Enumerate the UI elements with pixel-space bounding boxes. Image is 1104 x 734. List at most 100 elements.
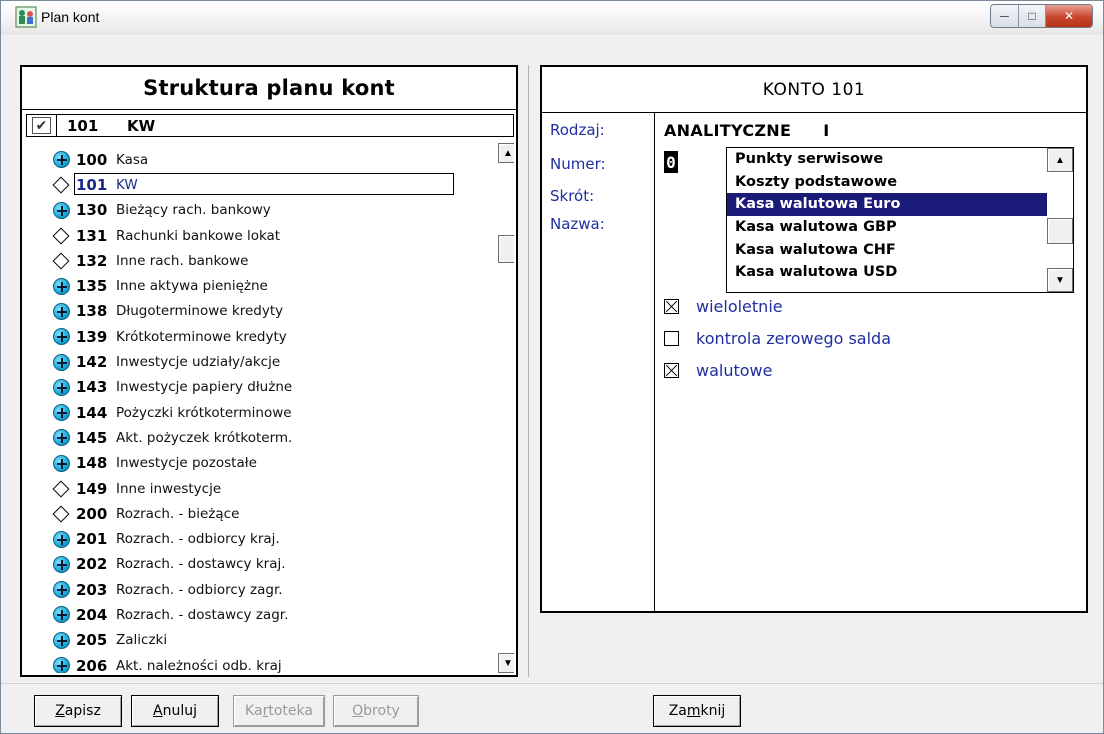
arrow-down-icon: ▼ bbox=[503, 657, 513, 669]
dropdown-option[interactable]: Kasa walutowa CHF bbox=[727, 238, 1047, 261]
account-name: Inwestycje udziały/akcje bbox=[116, 354, 281, 371]
diamond-shape bbox=[52, 252, 70, 270]
obroty-button[interactable]: Obroty bbox=[333, 695, 419, 727]
plus-expand-icon[interactable] bbox=[52, 201, 70, 219]
nazwa-label: Nazwa: bbox=[550, 215, 605, 233]
plus-shape bbox=[52, 151, 70, 169]
account-number: 205 bbox=[76, 631, 108, 650]
dropdown-option[interactable]: Punkty serwisowe bbox=[727, 148, 1047, 171]
dropdown-scrollbar[interactable]: ▲ ▼ bbox=[1047, 148, 1073, 292]
dropdown-option[interactable]: Kasa walutowa USD bbox=[727, 261, 1047, 284]
account-name-dropdown[interactable]: Punkty serwisowe Koszty podstawowe Kasa wa… bbox=[726, 147, 1074, 293]
plus-expand-icon[interactable] bbox=[52, 277, 70, 295]
plus-shape bbox=[52, 631, 70, 649]
maximize-button[interactable]: □ bbox=[1019, 5, 1046, 27]
plus-expand-icon[interactable] bbox=[52, 353, 70, 371]
account-name: Akt. należności odb. kraj bbox=[116, 657, 282, 673]
plus-expand-icon[interactable] bbox=[52, 454, 70, 472]
checkbox-label: wieloletnie bbox=[696, 297, 783, 316]
account-row[interactable]: 148 Inwestycje pozostałe bbox=[52, 451, 472, 476]
tree-header: Struktura planu kont bbox=[22, 67, 516, 110]
account-row[interactable]: 145 Akt. pożyczek krótkoterm. bbox=[52, 425, 472, 450]
plus-expand-icon[interactable] bbox=[52, 151, 70, 169]
account-row[interactable]: 142 Inwestycje udziały/akcje bbox=[52, 349, 472, 374]
dropdown-scroll-thumb[interactable] bbox=[1047, 218, 1073, 244]
close-icon: ✕ bbox=[1063, 9, 1075, 23]
confirm-cell[interactable]: ✔ bbox=[27, 115, 57, 136]
account-row[interactable]: 131 Rachunki bankowe lokat bbox=[52, 223, 472, 248]
account-row[interactable]: 201 Rozrach. - odbiorcy kraj. bbox=[52, 526, 472, 551]
account-row[interactable]: 130 Bieżący rach. bankowy bbox=[52, 198, 472, 223]
arrow-down-icon: ▼ bbox=[1055, 274, 1065, 286]
account-name: Inwestycje pozostałe bbox=[116, 455, 257, 472]
plus-expand-icon[interactable] bbox=[52, 581, 70, 599]
account-row[interactable]: 135 Inne aktywa pieniężne bbox=[52, 273, 472, 298]
account-row[interactable]: 204 Rozrach. - dostawcy zagr. bbox=[52, 602, 472, 627]
scroll-up-button[interactable]: ▲ bbox=[498, 143, 514, 163]
account-header: KONTO 101 bbox=[542, 67, 1086, 113]
account-name: Inwestycje papiery dłużne bbox=[116, 379, 293, 396]
account-number: 201 bbox=[76, 530, 108, 549]
plus-expand-icon[interactable] bbox=[52, 530, 70, 548]
account-row[interactable]: 101 KW bbox=[52, 172, 472, 197]
account-row[interactable]: 149 Inne inwestycje bbox=[52, 476, 472, 501]
numer-input[interactable]: 0 bbox=[664, 151, 678, 173]
plus-expand-icon[interactable] bbox=[52, 555, 70, 573]
window-title: Plan kont bbox=[41, 9, 100, 25]
plus-expand-icon[interactable] bbox=[52, 606, 70, 624]
account-row[interactable]: 203 Rozrach. - odbiorcy zagr. bbox=[52, 577, 472, 602]
close-button[interactable]: ✕ bbox=[1046, 5, 1092, 27]
maximize-icon: □ bbox=[1028, 9, 1036, 23]
plus-expand-icon[interactable] bbox=[52, 631, 70, 649]
account-row[interactable]: 202 Rozrach. - dostawcy kraj. bbox=[52, 552, 472, 577]
checkmark-icon[interactable]: ✔ bbox=[32, 117, 51, 134]
account-row[interactable]: 139 Krótkoterminowe kredyty bbox=[52, 324, 472, 349]
option-checkbox-row[interactable]: walutowe bbox=[664, 361, 772, 380]
option-checkbox-row[interactable]: kontrola zerowego salda bbox=[664, 329, 891, 348]
account-name: Kasa bbox=[116, 151, 149, 168]
zamknij-button[interactable]: Za m knij bbox=[653, 695, 741, 727]
checkbox[interactable] bbox=[664, 331, 679, 346]
anuluj-button[interactable]: Anuluj bbox=[131, 695, 219, 727]
account-items: 100 Kasa 101 KW 130 Bieżący rach. bankowy 131 R… bbox=[52, 147, 472, 673]
kartoteka-button[interactable]: Ka r toteka bbox=[233, 695, 325, 727]
plus-expand-icon[interactable] bbox=[52, 378, 70, 396]
dropdown-option[interactable]: Kasa walutowa GBP bbox=[727, 216, 1047, 239]
account-row[interactable]: 205 Zaliczki bbox=[52, 628, 472, 653]
account-row[interactable]: 200 Rozrach. - bieżące bbox=[52, 501, 472, 526]
plus-expand-icon[interactable] bbox=[52, 404, 70, 422]
plus-shape bbox=[52, 353, 70, 371]
account-list-scrollbar[interactable]: ▲ ▼ bbox=[498, 143, 514, 673]
account-name: Inne aktywa pieniężne bbox=[116, 278, 268, 295]
checkbox[interactable] bbox=[664, 363, 679, 378]
dropdown-option[interactable]: Kasa walutowa Euro bbox=[727, 193, 1047, 216]
plan-kont-window: Plan kont ─ □ ✕ Struktura planu kont ✔ 1… bbox=[0, 0, 1104, 734]
minimize-button[interactable]: ─ bbox=[991, 5, 1019, 27]
plus-expand-icon[interactable] bbox=[52, 328, 70, 346]
option-checkbox-row[interactable]: wieloletnie bbox=[664, 297, 783, 316]
plus-expand-icon[interactable] bbox=[52, 657, 70, 673]
dropdown-option[interactable]: Koszty podstawowe bbox=[727, 171, 1047, 194]
account-row[interactable]: 143 Inwestycje papiery dłużne bbox=[52, 375, 472, 400]
current-account-row[interactable]: ✔ 101 KW bbox=[26, 114, 514, 137]
plus-expand-icon[interactable] bbox=[52, 302, 70, 320]
account-number: 143 bbox=[76, 378, 108, 397]
minimize-icon: ─ bbox=[1000, 9, 1009, 23]
account-row[interactable]: 144 Pożyczki krótkoterminowe bbox=[52, 400, 472, 425]
account-row[interactable]: 206 Akt. należności odb. kraj bbox=[52, 653, 472, 673]
scroll-down-button[interactable]: ▼ bbox=[498, 653, 514, 673]
title-bar[interactable]: Plan kont ─ □ ✕ bbox=[1, 1, 1103, 35]
checkbox[interactable] bbox=[664, 299, 679, 314]
dropdown-scroll-down[interactable]: ▼ bbox=[1047, 268, 1073, 292]
arrow-up-icon: ▲ bbox=[503, 147, 513, 159]
plus-expand-icon[interactable] bbox=[52, 429, 70, 447]
dropdown-scroll-up[interactable]: ▲ bbox=[1047, 148, 1073, 172]
selection-box bbox=[74, 173, 454, 196]
account-number: 202 bbox=[76, 555, 108, 574]
scroll-thumb[interactable] bbox=[498, 235, 514, 263]
account-row[interactable]: 100 Kasa bbox=[52, 147, 472, 172]
account-row[interactable]: 138 Długoterminowe kredyty bbox=[52, 299, 472, 324]
zapisz-button[interactable]: Zapisz bbox=[34, 695, 122, 727]
account-row[interactable]: 132 Inne rach. bankowe bbox=[52, 248, 472, 273]
account-list[interactable]: 100 Kasa 101 KW 130 Bieżący rach. bankowy 131 R… bbox=[26, 143, 514, 673]
